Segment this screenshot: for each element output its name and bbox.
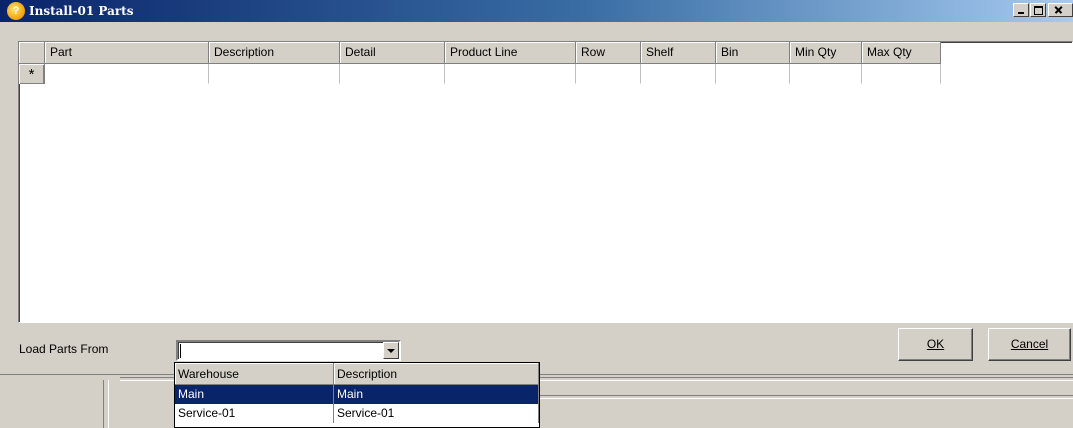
dropdown-column-description: Description [334,363,539,385]
dropdown-option-main[interactable]: Main Main [175,385,539,404]
cell-description[interactable] [209,64,340,84]
cell-min-qty[interactable] [790,64,862,84]
ok-button[interactable]: OK [898,328,973,361]
load-parts-combo[interactable] [176,340,401,361]
parts-grid[interactable]: Part Description Detail Product Line Row… [18,41,1073,323]
grid-header: Part Description Detail Product Line Row… [19,42,941,64]
new-row[interactable]: * [19,64,941,84]
cell-max-qty[interactable] [862,64,941,84]
window-title: Install-01 Parts [29,4,134,18]
new-row-marker-icon[interactable]: * [19,64,45,84]
load-parts-label: Load Parts From [19,342,109,356]
column-header-product-line[interactable]: Product Line [445,42,576,64]
column-header-part[interactable]: Part [45,42,209,64]
minimize-button[interactable] [1013,3,1029,17]
dropdown-header: Warehouse Description [175,363,539,385]
cell-bin[interactable] [716,64,790,84]
column-header-bin[interactable]: Bin [716,42,790,64]
ok-button-label: OK [926,337,945,351]
column-header-max-qty[interactable]: Max Qty [862,42,941,64]
cell-row[interactable] [576,64,641,84]
maximize-button[interactable] [1030,3,1046,17]
column-header-min-qty[interactable]: Min Qty [790,42,862,64]
chevron-down-icon[interactable] [383,342,399,359]
cancel-button-label: Cancel [1010,337,1049,351]
warehouse-dropdown-list[interactable]: Warehouse Description Main Main Service-… [174,362,540,428]
cell-product-line[interactable] [445,64,576,84]
close-button[interactable] [1048,3,1073,17]
dropdown-option-service-01[interactable]: Service-01 Service-01 [175,404,539,423]
option-warehouse: Main [175,385,334,404]
title-bar: ? Install-01 Parts [0,0,1073,22]
column-header-description[interactable]: Description [209,42,340,64]
text-caret [180,344,181,358]
app-icon: ? [7,2,25,20]
divider [540,395,1073,399]
option-warehouse: Service-01 [175,404,334,423]
cell-part[interactable] [45,64,209,84]
cell-detail[interactable] [340,64,445,84]
row-selector-header [19,42,45,64]
column-header-shelf[interactable]: Shelf [641,42,716,64]
dropdown-column-warehouse: Warehouse [175,363,334,385]
option-description: Main [334,385,539,404]
option-description: Service-01 [334,404,539,423]
column-header-detail[interactable]: Detail [340,42,445,64]
cancel-button[interactable]: Cancel [988,328,1071,361]
divider [103,380,109,428]
cell-shelf[interactable] [641,64,716,84]
column-header-row[interactable]: Row [576,42,641,64]
